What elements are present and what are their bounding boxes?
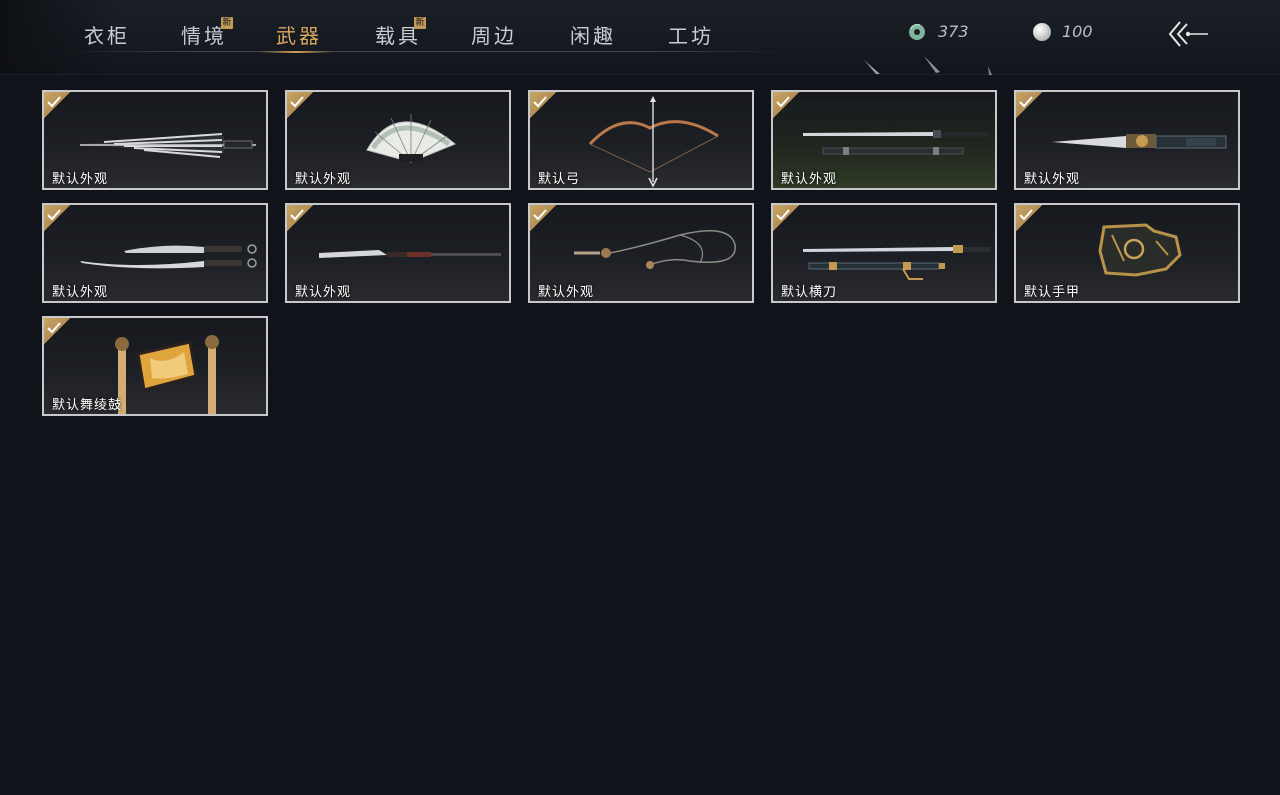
pearl-icon xyxy=(1033,23,1051,41)
checkmark-icon xyxy=(776,209,790,221)
tab-label: 周边 xyxy=(471,24,517,48)
equipped-check xyxy=(44,318,70,344)
equipped-check xyxy=(530,92,556,118)
tab-label: 衣柜 xyxy=(84,24,130,48)
weapon-card-hengdao[interactable]: 默认横刀 xyxy=(771,203,997,303)
weapon-label: 默认手甲 xyxy=(1024,285,1081,300)
equipped-check xyxy=(773,92,799,118)
weapon-label: 默认弓 xyxy=(538,172,581,187)
weapon-card-fan[interactable]: 默认外观 xyxy=(285,90,511,190)
checkmark-icon xyxy=(776,96,790,108)
pearl-amount: 100 xyxy=(1062,22,1093,41)
checkmark-icon xyxy=(290,209,304,221)
new-badge: 新 xyxy=(414,17,426,29)
weapon-label: 默认外观 xyxy=(295,285,352,300)
weapon-card-umbrella[interactable]: 默认外观 xyxy=(42,90,268,190)
checkmark-icon xyxy=(47,209,61,221)
equipped-check xyxy=(1016,205,1042,231)
weapon-card-sword[interactable]: 默认外观 xyxy=(771,90,997,190)
weapon-label: 默认横刀 xyxy=(781,285,838,300)
weapon-label: 默认外观 xyxy=(781,172,838,187)
jade-currency: 373 xyxy=(908,22,978,42)
tab-peripherals[interactable]: 周边 xyxy=(471,20,517,52)
equipped-check xyxy=(1016,92,1042,118)
checkmark-icon xyxy=(1019,209,1033,221)
checkmark-icon xyxy=(533,96,547,108)
weapon-label: 默认外观 xyxy=(52,172,109,187)
tab-label: 工坊 xyxy=(668,24,714,48)
weapon-card-spear[interactable]: 默认外观 xyxy=(285,203,511,303)
checkmark-icon xyxy=(1019,96,1033,108)
equipped-check xyxy=(287,92,313,118)
equipped-check xyxy=(44,205,70,231)
top-bar: 衣柜 情境 新 武器 载具 新 周边 闲趣 工坊 373 100 xyxy=(0,0,1280,75)
pearl-currency: 100 xyxy=(1033,22,1103,42)
tab-wardrobe[interactable]: 衣柜 xyxy=(84,20,130,52)
equipped-check xyxy=(287,205,313,231)
checkmark-icon xyxy=(47,322,61,334)
jade-amount: 373 xyxy=(938,22,969,41)
back-button[interactable] xyxy=(1166,18,1210,50)
tab-mounts[interactable]: 载具 新 xyxy=(375,17,426,52)
weapon-label: 默认外观 xyxy=(1024,172,1081,187)
tab-workshop[interactable]: 工坊 xyxy=(668,20,714,52)
tab-leisure[interactable]: 闲趣 xyxy=(570,20,616,52)
active-tab-underline xyxy=(260,51,332,53)
back-arrow-icon xyxy=(1168,21,1208,47)
jade-coin-icon xyxy=(909,23,925,40)
weapon-card-mech-blade[interactable]: 默认外观 xyxy=(1014,90,1240,190)
weapon-card-rope-dart[interactable]: 默认外观 xyxy=(528,203,754,303)
checkmark-icon xyxy=(290,96,304,108)
weapon-label: 默认外观 xyxy=(538,285,595,300)
weapon-label: 默认舞绫鼓 xyxy=(52,398,123,413)
tab-weapons[interactable]: 武器 xyxy=(260,20,332,53)
weapon-card-bow[interactable]: 默认弓 xyxy=(528,90,754,190)
checkmark-icon xyxy=(533,209,547,221)
tab-scenario[interactable]: 情境 新 xyxy=(181,17,233,52)
weapon-card-drum[interactable]: 默认舞绫鼓 xyxy=(42,316,268,416)
decorative-blades xyxy=(864,56,992,75)
tab-label: 武器 xyxy=(276,24,322,48)
weapon-label: 默认外观 xyxy=(295,172,352,187)
equipped-check xyxy=(773,205,799,231)
equipped-check xyxy=(44,92,70,118)
weapon-card-gauntlet[interactable]: 默认手甲 xyxy=(1014,203,1240,303)
equipped-check xyxy=(530,205,556,231)
weapon-card-dual-blades[interactable]: 默认外观 xyxy=(42,203,268,303)
tab-label: 闲趣 xyxy=(570,24,616,48)
weapon-label: 默认外观 xyxy=(52,285,109,300)
new-badge: 新 xyxy=(221,17,233,29)
checkmark-icon xyxy=(47,96,61,108)
